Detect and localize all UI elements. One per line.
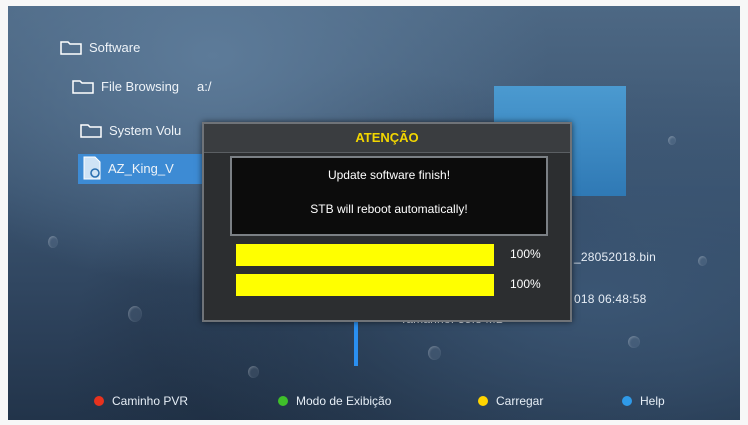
legend-help[interactable]: Help xyxy=(622,394,665,408)
raindrop-decoration xyxy=(628,336,640,348)
progress-bar-2 xyxy=(236,274,494,296)
message-line-1: Update software finish! xyxy=(327,168,451,182)
raindrop-decoration xyxy=(428,346,441,360)
red-button-icon xyxy=(94,396,104,406)
progress-percent-2: 100% xyxy=(510,277,541,291)
attention-dialog: ATENÇÃO Update software finish! STB will… xyxy=(202,122,572,322)
folder-row-system-volume[interactable]: System Volu xyxy=(80,123,181,138)
folder-icon xyxy=(80,124,102,138)
current-path: a:/ xyxy=(197,79,212,94)
legend-label: Modo de Exibição xyxy=(296,394,392,408)
folder-label: System Volu xyxy=(109,123,182,138)
progress-fill-2 xyxy=(236,274,494,296)
raindrop-decoration xyxy=(698,256,707,266)
file-name-info: _28052018.bin xyxy=(574,250,657,264)
raindrop-decoration xyxy=(128,306,142,322)
folder-row-software[interactable]: Software xyxy=(60,40,140,55)
folder-icon xyxy=(72,80,94,94)
raindrop-decoration xyxy=(248,366,259,378)
file-date-info: 018 06:48:58 xyxy=(574,292,647,306)
raindrop-decoration xyxy=(668,136,676,145)
folder-row-file-browsing[interactable]: File Browsing a:/ xyxy=(72,79,212,94)
legend-label: Help xyxy=(640,394,665,408)
legend-carregar[interactable]: Carregar xyxy=(478,394,543,408)
file-icon xyxy=(83,156,101,180)
message-line-2: STB will reboot automatically! xyxy=(310,202,468,216)
folder-label: File Browsing xyxy=(101,79,180,94)
stb-screen: Software File Browsing a:/ System Volu A… xyxy=(8,6,740,420)
file-label: AZ_King_V xyxy=(108,160,174,176)
progress-fill-1 xyxy=(236,244,494,266)
message-box: Update software finish! STB will reboot … xyxy=(230,156,548,236)
progress-percent-1: 100% xyxy=(510,247,541,261)
legend-modo-exibicao[interactable]: Modo de Exibição xyxy=(278,394,391,408)
dialog-title: ATENÇÃO xyxy=(204,124,570,153)
raindrop-decoration xyxy=(48,236,58,248)
folder-label: Software xyxy=(89,40,141,55)
green-button-icon xyxy=(278,396,288,406)
legend-label: Carregar xyxy=(496,394,544,408)
blue-button-icon xyxy=(622,396,632,406)
legend-label: Caminho PVR xyxy=(112,394,189,408)
file-row-selected[interactable]: AZ_King_V xyxy=(82,156,174,180)
progress-bar-1 xyxy=(236,244,494,266)
yellow-button-icon xyxy=(478,396,488,406)
legend-caminho-pvr[interactable]: Caminho PVR xyxy=(94,394,188,408)
folder-icon xyxy=(60,41,82,55)
